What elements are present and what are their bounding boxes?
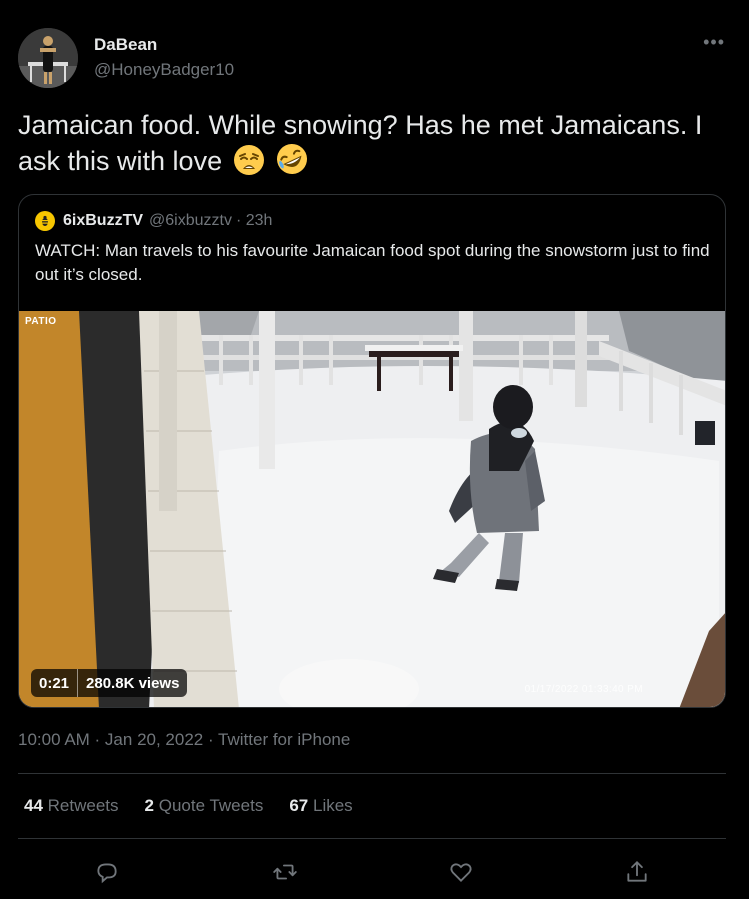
quotes-count: 2: [144, 796, 154, 815]
author-handle[interactable]: @HoneyBadger10: [94, 60, 234, 80]
retweet-icon[interactable]: [265, 852, 305, 892]
tweet-body: Jamaican food. While snowing? Has he met…: [18, 110, 703, 176]
video-duration: 0:21: [39, 674, 70, 692]
quotes-label: Quote Tweets: [158, 796, 264, 815]
tweet-header: DaBean @HoneyBadger10 •••: [18, 26, 729, 90]
quote-video[interactable]: PATIO 01/17/2022 01:33:40 PM 0:21 280.8K…: [19, 311, 725, 707]
author-name[interactable]: DaBean: [94, 35, 157, 55]
quote-author-handle: @6ixbuzztv: [149, 212, 232, 229]
rolling-laughing-icon: [275, 142, 309, 184]
reply-icon[interactable]: [87, 852, 127, 892]
tweet-stats: 44 Retweets 2 Quote Tweets 67 Likes: [24, 796, 379, 816]
retweets-stat[interactable]: 44 Retweets: [24, 796, 119, 816]
quote-text: WATCH: Man travels to his favourite Jama…: [35, 241, 710, 284]
retweets-count: 44: [24, 796, 43, 815]
camera-label: PATIO: [25, 316, 57, 327]
video-views: 280.8K views: [86, 674, 180, 692]
tweet-timestamp[interactable]: 10:00 AM · Jan 20, 2022 ·: [18, 730, 218, 749]
like-icon[interactable]: [441, 852, 481, 892]
share-icon[interactable]: [617, 852, 657, 892]
quote-time: · 23h: [235, 212, 273, 229]
divider: [18, 773, 726, 774]
ellipsis-icon[interactable]: •••: [703, 32, 725, 53]
retweets-label: Retweets: [47, 796, 119, 815]
likes-label: Likes: [312, 796, 353, 815]
author-avatar[interactable]: [18, 28, 78, 88]
quote-header: 6ixBuzzTV @6ixbuzztv · 23h: [35, 211, 272, 231]
tweet-text: Jamaican food. While snowing? Has he met…: [18, 108, 733, 184]
tweet-source[interactable]: Twitter for iPhone: [218, 730, 350, 749]
quote-author-name: 6ixBuzzTV: [63, 212, 144, 229]
video-thumbnail: [19, 311, 725, 707]
video-timestamp: 01/17/2022 01:33:40 PM: [524, 684, 643, 695]
divider: [18, 838, 726, 839]
likes-stat[interactable]: 67 Likes: [289, 796, 352, 816]
tweet-meta: 10:00 AM · Jan 20, 2022 · Twitter for iP…: [18, 730, 350, 750]
quote-tweets-stat[interactable]: 2 Quote Tweets: [145, 796, 264, 816]
quote-avatar: [35, 211, 55, 231]
quote-tweet-card[interactable]: 6ixBuzzTV @6ixbuzztv · 23h WATCH: Man tr…: [18, 194, 726, 708]
likes-count: 67: [289, 796, 309, 815]
video-badge: 0:21 280.8K views: [31, 669, 188, 697]
weary-face-icon: [233, 144, 265, 184]
action-bar: [18, 852, 726, 892]
